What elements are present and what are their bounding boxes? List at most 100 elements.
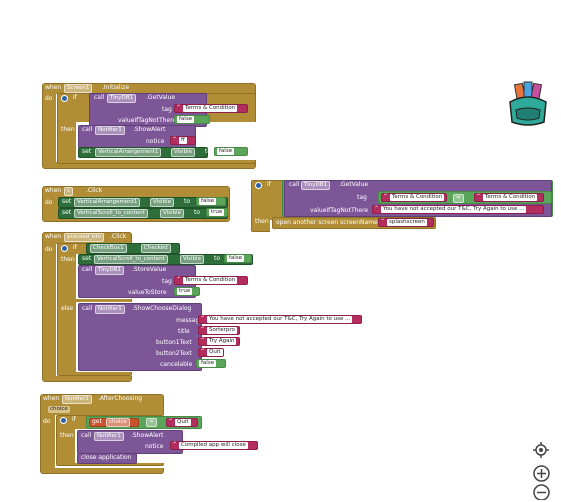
false-value[interactable]: false bbox=[177, 116, 195, 123]
button2-string-value[interactable]: Quit bbox=[207, 349, 223, 356]
quit-string-block[interactable]: Quit bbox=[166, 418, 198, 427]
show-alert-label: .ShowAlert bbox=[133, 126, 166, 133]
property-dropdown[interactable]: Visible bbox=[160, 209, 184, 218]
tinydb-dropdown[interactable]: TinyDB1 bbox=[95, 266, 124, 275]
property-dropdown[interactable]: Visible bbox=[150, 198, 174, 207]
plus-icon[interactable] bbox=[533, 465, 550, 482]
then-label: then bbox=[60, 432, 74, 439]
compare-operator-dropdown[interactable]: = bbox=[453, 194, 464, 203]
do-label: do bbox=[43, 418, 51, 425]
property-dropdown[interactable]: Visible bbox=[171, 148, 195, 157]
property-dropdown[interactable]: Checked bbox=[141, 244, 171, 253]
tag-string-value[interactable]: Terms & Condition bbox=[183, 105, 238, 112]
when-label: when bbox=[45, 233, 62, 240]
component-dropdown[interactable]: VerticalScroll_to_content bbox=[74, 209, 148, 218]
true-boolean-block[interactable]: true bbox=[206, 208, 228, 217]
do-label: do bbox=[45, 95, 53, 102]
false-boolean-block[interactable]: false bbox=[196, 359, 226, 368]
notifier-dropdown[interactable]: Notifier1 bbox=[95, 126, 125, 135]
mutator-gear-icon[interactable] bbox=[60, 417, 67, 424]
do-label: do bbox=[45, 199, 53, 206]
notice-string-value[interactable]: ff bbox=[179, 137, 187, 144]
to-label: to bbox=[194, 209, 201, 216]
compare-operator-dropdown[interactable]: = bbox=[146, 418, 157, 427]
button1-string-value[interactable]: Try Again bbox=[207, 338, 237, 345]
mutator-gear-icon[interactable] bbox=[61, 95, 68, 102]
component-dropdown[interactable]: VerticalArrangement1 bbox=[95, 148, 162, 157]
tag-string-block[interactable]: Terms & Condition bbox=[381, 193, 447, 202]
tag-string-block[interactable]: Terms & Condition bbox=[174, 104, 248, 113]
call-label: call bbox=[82, 126, 93, 133]
message-string-block[interactable]: You have not accepted our T&C, Try Again… bbox=[372, 205, 544, 214]
value-if-tag-not-there-label: valueIfTagNotThere bbox=[310, 207, 369, 214]
close-application-label: close application bbox=[81, 454, 132, 461]
button1-string-block[interactable]: Try Again bbox=[198, 337, 240, 346]
screen-string-block[interactable]: splashscreen bbox=[378, 218, 434, 227]
false-boolean-block[interactable]: false bbox=[224, 254, 252, 263]
notice-string-block[interactable]: ff bbox=[170, 136, 196, 145]
screen-string-value[interactable]: splashscreen bbox=[387, 219, 427, 226]
compare-string-value[interactable]: Terms & Condition bbox=[483, 194, 538, 201]
component-dropdown[interactable]: Screen1 bbox=[64, 84, 93, 93]
message-string-block[interactable]: You have not accepted our T&C, Try Again… bbox=[198, 315, 362, 324]
notice-string-block[interactable]: Compiled app will close bbox=[170, 441, 258, 450]
set-label: set bbox=[62, 198, 72, 205]
to-label: to bbox=[205, 148, 212, 155]
when-label: when bbox=[43, 395, 60, 402]
target-icon[interactable] bbox=[532, 441, 550, 459]
component-dropdown[interactable]: Notifier1 bbox=[62, 395, 92, 404]
false-value[interactable]: false bbox=[199, 198, 217, 205]
message-string-value[interactable]: You have not accepted our T&C, Try Again… bbox=[381, 206, 527, 213]
message-string-value[interactable]: You have not accepted our T&C, Try Again… bbox=[207, 316, 353, 323]
tag-label: tag bbox=[162, 106, 172, 113]
true-boolean-block[interactable]: true bbox=[174, 287, 200, 296]
checkbox-dropdown[interactable]: CheckBox1 bbox=[90, 244, 127, 253]
mutator-gear-icon[interactable] bbox=[255, 182, 262, 189]
button2-string-block[interactable]: Quit bbox=[198, 348, 224, 357]
event-label: .Click bbox=[86, 187, 103, 194]
tag-string-value[interactable]: Terms & Condition bbox=[390, 194, 445, 201]
component-dropdown[interactable]: c bbox=[64, 187, 74, 196]
component-dropdown[interactable]: proceed_btn bbox=[64, 233, 105, 242]
component-dropdown[interactable]: VerticalArrangement1 bbox=[74, 198, 141, 207]
backpack-icon[interactable] bbox=[506, 80, 550, 128]
quit-string-value[interactable]: Quit bbox=[175, 419, 191, 426]
notifier-dropdown[interactable]: Notifier1 bbox=[95, 305, 125, 314]
variable-dropdown[interactable]: choice bbox=[106, 418, 130, 427]
if-label: if bbox=[267, 181, 271, 188]
title-label: title bbox=[178, 328, 190, 335]
tag-string-block[interactable]: Terms & Condition bbox=[174, 276, 248, 285]
property-dropdown[interactable]: Visible bbox=[180, 255, 204, 264]
false-value[interactable]: false bbox=[227, 255, 245, 262]
if-label: if bbox=[73, 244, 77, 251]
false-boolean-block[interactable]: false bbox=[174, 115, 210, 124]
false-value[interactable]: false bbox=[217, 148, 235, 155]
mutator-gear-icon[interactable] bbox=[61, 245, 68, 252]
do-label: do bbox=[45, 246, 53, 253]
notice-string-value[interactable]: Compiled app will close bbox=[179, 442, 248, 449]
false-value[interactable]: false bbox=[199, 360, 217, 367]
then-label: then bbox=[61, 126, 75, 133]
notifier-dropdown[interactable]: Notifier1 bbox=[94, 432, 124, 441]
component-dropdown[interactable]: VerticalScroll_to_content bbox=[94, 255, 168, 264]
minus-icon[interactable] bbox=[533, 484, 550, 501]
call-label: call bbox=[81, 432, 92, 439]
false-boolean-block[interactable]: false bbox=[196, 197, 226, 206]
to-label: to bbox=[214, 255, 221, 262]
choice-parameter[interactable]: choice bbox=[48, 406, 70, 413]
tag-string-value[interactable]: Terms & Condition bbox=[183, 277, 238, 284]
call-label: call bbox=[82, 305, 93, 312]
notice-label: notice bbox=[145, 443, 164, 450]
event-label: .AfterChoosing bbox=[98, 395, 143, 402]
title-string-block[interactable]: Sorterpro bbox=[198, 326, 240, 335]
tinydb-dropdown[interactable]: TinyDB1 bbox=[301, 181, 330, 190]
button2-text-label: button2Text bbox=[156, 350, 192, 357]
false-boolean-block[interactable]: false bbox=[214, 147, 248, 156]
set-label: set bbox=[82, 148, 92, 155]
compare-string-block[interactable]: Terms & Condition bbox=[474, 193, 544, 202]
tinydb-dropdown[interactable]: TinyDB1 bbox=[107, 94, 136, 103]
title-string-value[interactable]: Sorterpro bbox=[207, 327, 237, 334]
true-value[interactable]: true bbox=[177, 288, 193, 295]
then-label: then bbox=[255, 218, 269, 225]
true-value[interactable]: true bbox=[209, 209, 225, 216]
